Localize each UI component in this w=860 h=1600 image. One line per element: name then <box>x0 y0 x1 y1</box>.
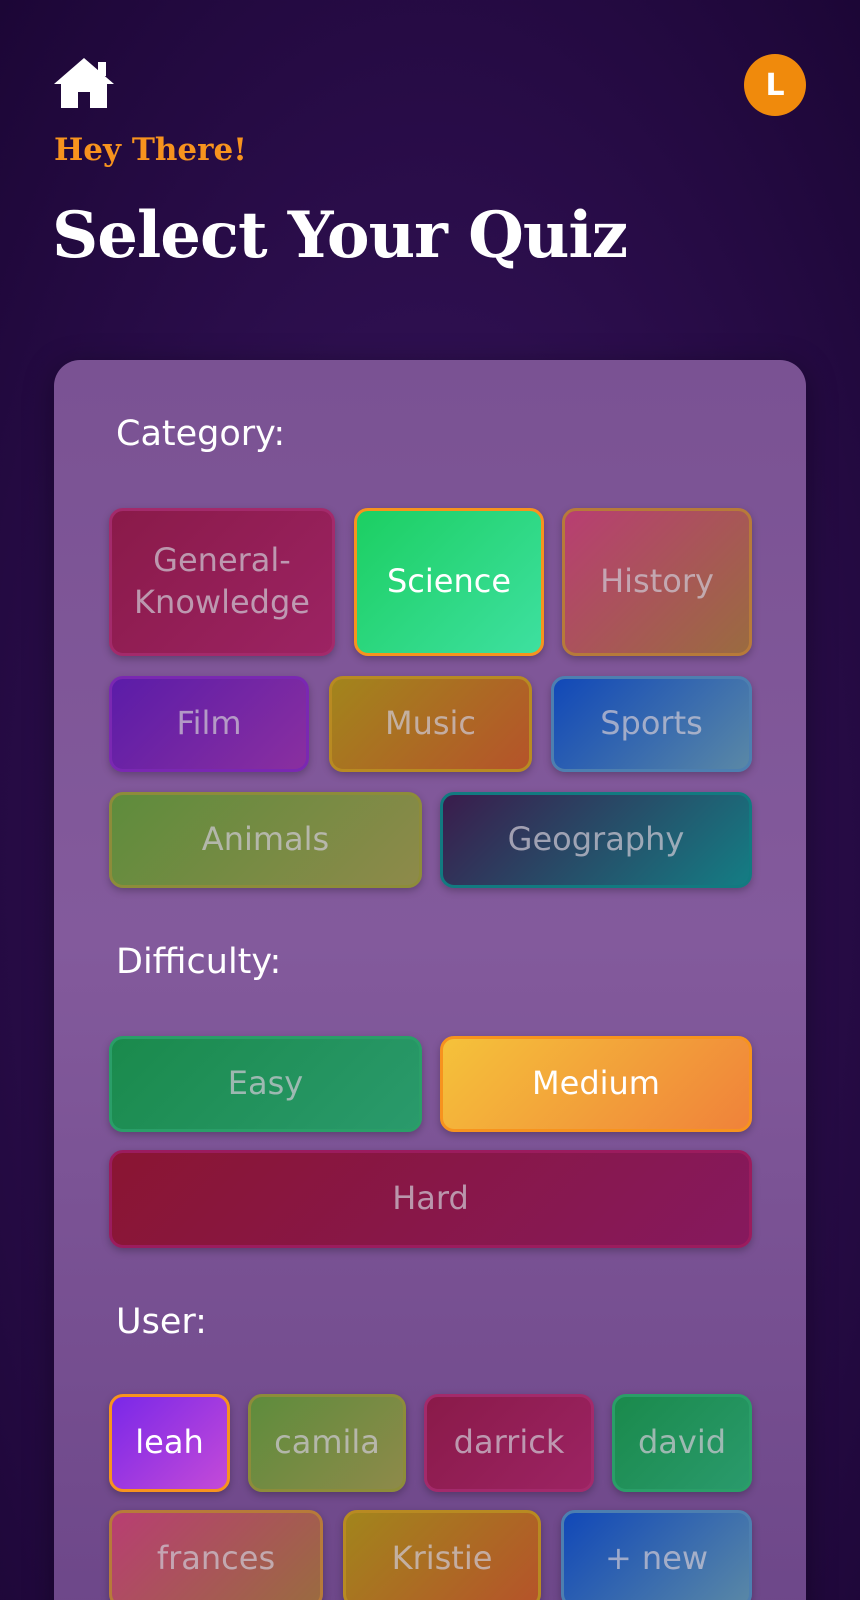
chip-label: leah <box>135 1423 204 1462</box>
category-chip-music[interactable]: Music <box>329 676 532 772</box>
difficulty-chip-easy[interactable]: Easy <box>109 1036 422 1132</box>
chip-label: darrick <box>453 1423 565 1462</box>
difficulty-chip-hard[interactable]: Hard <box>109 1150 752 1248</box>
difficulty-chip-medium[interactable]: Medium <box>440 1036 752 1132</box>
category-label: Category: <box>116 414 286 454</box>
chip-label: General- <box>153 541 291 580</box>
chip-label: + new <box>604 1539 709 1578</box>
page-title: Select Your Quiz <box>52 198 628 273</box>
chip-label: david <box>637 1423 727 1462</box>
user-chip-frances[interactable]: frances <box>109 1510 323 1600</box>
user-chip-camila[interactable]: camila <box>248 1394 406 1492</box>
chip-label: Music <box>384 704 477 743</box>
add-new-user-button[interactable]: + new <box>561 1510 752 1600</box>
chip-label: Knowledge <box>134 583 310 621</box>
chip-label: Easy <box>227 1064 304 1103</box>
chip-label: Kristie <box>391 1539 493 1578</box>
user-chip-kristie[interactable]: Kristie <box>343 1510 541 1600</box>
category-chip-animals[interactable]: Animals <box>109 792 422 888</box>
quiz-options-card: Category: General- Knowledge Science His… <box>54 360 806 1600</box>
chip-label: History <box>600 562 714 601</box>
user-chip-darrick[interactable]: darrick <box>424 1394 594 1492</box>
category-chip-history[interactable]: History <box>562 508 752 656</box>
chip-label: frances <box>156 1539 276 1578</box>
user-label: User: <box>116 1302 207 1342</box>
chip-label: camila <box>274 1423 380 1462</box>
difficulty-label: Difficulty: <box>116 942 282 982</box>
chip-label: Geography <box>507 820 685 859</box>
chip-label: Hard <box>392 1179 469 1218</box>
chip-label: Animals <box>201 820 330 859</box>
chip-label: Medium <box>532 1064 660 1103</box>
user-avatar[interactable]: L <box>744 54 806 116</box>
header: L Hey There! Select Your Quiz <box>0 0 860 330</box>
category-chip-sports[interactable]: Sports <box>551 676 752 772</box>
user-chip-david[interactable]: david <box>612 1394 752 1492</box>
chip-label: Science <box>386 562 512 601</box>
category-chip-science[interactable]: Science <box>354 508 544 656</box>
category-chip-general-knowledge[interactable]: General- Knowledge <box>109 508 335 656</box>
greeting-text: Hey There! <box>54 132 247 168</box>
home-icon[interactable] <box>52 56 116 112</box>
chip-label: Film <box>176 704 242 743</box>
user-chip-leah[interactable]: leah <box>109 1394 230 1492</box>
chip-label: Sports <box>600 704 703 743</box>
category-chip-film[interactable]: Film <box>109 676 309 772</box>
category-chip-geography[interactable]: Geography <box>440 792 752 888</box>
